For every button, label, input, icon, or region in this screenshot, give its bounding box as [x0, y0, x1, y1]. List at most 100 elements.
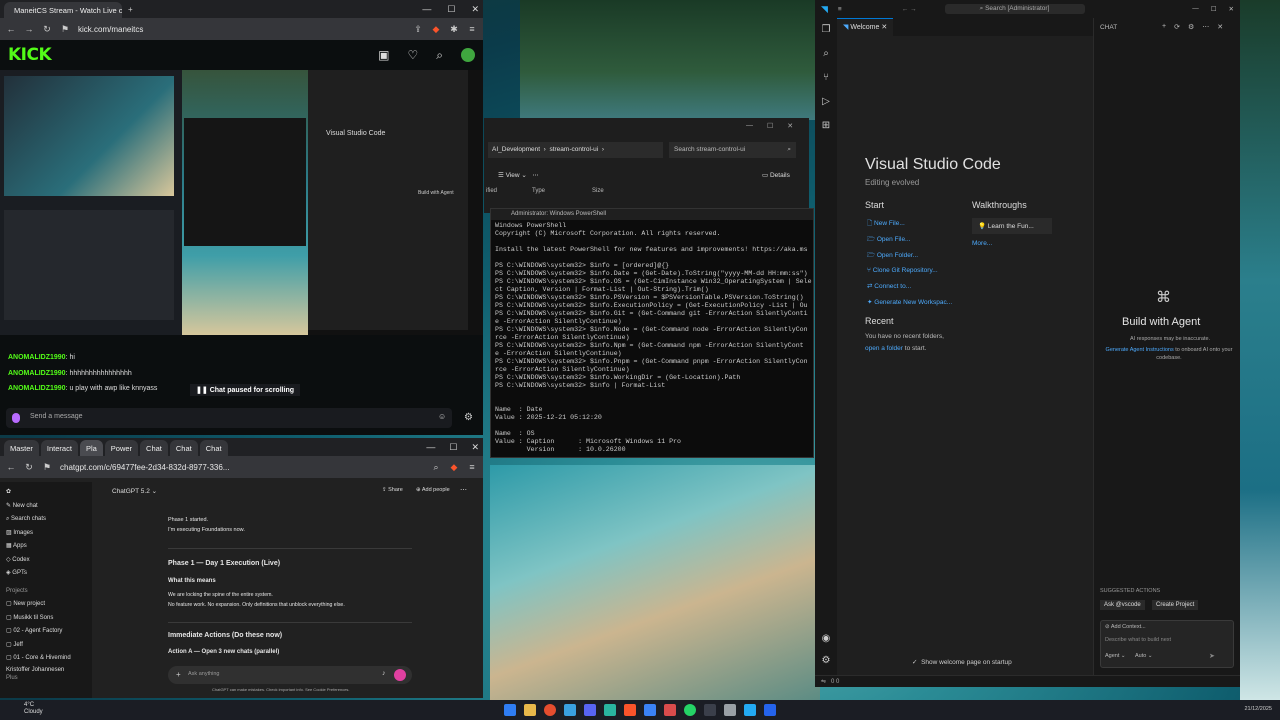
extensions-icon[interactable]: ✱ — [449, 24, 459, 34]
connect-link[interactable]: ⇄ Connect to... — [867, 279, 952, 295]
problems-counter[interactable]: 0 0 — [831, 679, 839, 685]
kick-logo[interactable]: KICK — [8, 45, 52, 65]
explorer-icon[interactable]: ❐ — [815, 18, 837, 42]
more-icon[interactable]: ⋯ — [460, 486, 467, 494]
chrome-icon[interactable] — [544, 704, 556, 716]
prompt-input[interactable]: + Ask anything ♪ — [168, 666, 412, 684]
walkthrough-item[interactable]: 💡 Learn the Fun... — [972, 218, 1052, 234]
share-button[interactable]: ⇪ Share — [382, 487, 403, 493]
bookmark-icon[interactable]: ⚑ — [60, 24, 70, 34]
column-header[interactable]: Type — [532, 188, 545, 194]
back-icon[interactable]: ← — [6, 462, 16, 472]
close-icon[interactable]: ✕ — [471, 442, 479, 453]
maximize-icon[interactable]: ☐ — [767, 122, 773, 130]
bookmark-icon[interactable]: ⚑ — [42, 462, 52, 472]
menu-icon[interactable]: ≡ — [838, 6, 842, 13]
sidebar-item-new-chat[interactable]: ✎ New chat — [6, 500, 86, 514]
search-icon[interactable]: ⌕ — [815, 42, 837, 66]
brave-icon[interactable] — [624, 704, 636, 716]
browser-tab[interactable]: Chat — [199, 440, 228, 456]
brave-shield-icon[interactable]: ◆ — [431, 24, 441, 34]
more-icon[interactable]: ⋯ — [1202, 23, 1209, 31]
zoom-icon[interactable]: ⌕ — [431, 462, 441, 472]
open-folder-link[interactable]: 🗁 Open Folder... — [867, 248, 952, 264]
chat-input[interactable]: ⊘ Add Context... Describe what to build … — [1100, 620, 1234, 668]
breadcrumb[interactable]: AI_Development › stream-control-ui › — [488, 142, 663, 158]
close-icon[interactable]: ✕ — [1229, 5, 1234, 13]
discord-icon[interactable] — [584, 704, 596, 716]
gear-icon[interactable]: ⚙ — [1188, 23, 1194, 31]
menu-icon[interactable]: ≡ — [467, 24, 477, 34]
close-icon[interactable]: ✕ — [471, 4, 479, 15]
project-item[interactable]: ▢ 02 - Agent Factory — [6, 625, 86, 639]
agent-mode-dropdown[interactable]: Agent ⌄ — [1105, 653, 1126, 659]
chatgpt-logo-icon[interactable]: ✿ — [6, 486, 86, 500]
new-chat-icon[interactable]: + — [1162, 23, 1166, 31]
sidebar-item-gpts[interactable]: ◈ GPTs — [6, 567, 86, 581]
more-link[interactable]: More... — [972, 240, 992, 247]
add-context-button[interactable]: ⊘ Add Context... — [1105, 624, 1146, 630]
brave-shield-icon[interactable]: ◆ — [449, 462, 459, 472]
maximize-icon[interactable]: ☐ — [1211, 5, 1217, 13]
powershell-icon[interactable] — [764, 704, 776, 716]
mic-icon[interactable]: ♪ — [382, 670, 386, 677]
account-icon[interactable]: ◉ — [815, 628, 837, 650]
maximize-icon[interactable]: ☐ — [449, 442, 457, 453]
details-button[interactable]: ▭ Details — [762, 171, 790, 179]
browser-tab[interactable]: Master — [4, 440, 39, 456]
column-header[interactable]: Size — [592, 188, 604, 194]
kick-tab[interactable]: ManeitCS Stream - Watch Live c... ✕ — [4, 2, 122, 18]
minimize-icon[interactable]: — — [422, 4, 431, 15]
model-dropdown[interactable]: Auto ⌄ — [1135, 653, 1152, 659]
menu-icon[interactable]: ≡ — [467, 462, 477, 472]
open-file-link[interactable]: 🗁 Open File... — [867, 232, 952, 248]
ask-vscode-button[interactable]: Ask @vscode — [1100, 600, 1145, 610]
source-control-icon[interactable]: ⑂ — [815, 66, 837, 90]
forward-icon[interactable]: → — [24, 24, 34, 34]
avatar[interactable] — [461, 47, 475, 62]
browser-tab[interactable]: Power — [104, 440, 139, 456]
user-name[interactable]: Kristoffer Johannesen — [6, 666, 86, 674]
column-header[interactable]: ified — [486, 188, 497, 194]
file-explorer-icon[interactable] — [524, 704, 536, 716]
stream-video[interactable]: Visual Studio Code Build with Agent — [0, 70, 483, 335]
new-file-link[interactable]: 🗋 New File... — [867, 216, 952, 232]
project-item[interactable]: ▢ New project — [6, 598, 86, 612]
powershell-window[interactable]: Administrator: Windows PowerShell Window… — [490, 208, 814, 458]
command-center-search[interactable]: ⌕ Search [Administrator] — [944, 4, 1085, 14]
plus-icon[interactable]: + — [176, 670, 181, 679]
create-project-button[interactable]: Create Project — [1152, 600, 1199, 610]
chat-settings-icon[interactable]: ⚙ — [464, 412, 473, 423]
vscode-icon[interactable] — [744, 704, 756, 716]
voice-mode-icon[interactable] — [394, 669, 406, 681]
sidebar-item-images[interactable]: ▨ Images — [6, 527, 86, 541]
project-item[interactable]: ▢ 01 - Core & Hivemind — [6, 652, 86, 666]
extensions-icon[interactable]: ⊞ — [815, 114, 837, 138]
close-icon[interactable]: ✕ — [787, 122, 793, 130]
app-icon[interactable] — [644, 704, 656, 716]
clone-repo-link[interactable]: ⑂ Clone Git Repository... — [867, 263, 952, 279]
explorer-search[interactable]: Search stream-control-ui ⌕ — [669, 142, 796, 158]
model-selector[interactable]: ChatGPT 5.2 ⌄ — [112, 487, 157, 495]
minimize-icon[interactable]: — — [746, 122, 753, 130]
minimize-icon[interactable]: — — [1192, 5, 1199, 13]
kick-address-bar[interactable]: kick.com/maneitcs — [78, 25, 405, 34]
close-icon[interactable]: ✕ — [1217, 23, 1223, 31]
project-item[interactable]: ▢ Jeff — [6, 639, 86, 653]
view-button[interactable]: ☰ View ⌄ ⋯ — [498, 171, 539, 179]
clock[interactable]: 21/12/2025 — [1244, 706, 1272, 712]
edge-icon[interactable] — [564, 704, 576, 716]
send-icon[interactable]: ➤ — [1209, 652, 1215, 660]
history-icon[interactable]: ⟳ — [1174, 23, 1180, 31]
app-icon[interactable] — [664, 704, 676, 716]
chat-paused-button[interactable]: ❚❚ Chat paused for scrolling — [190, 384, 301, 396]
add-people-button[interactable]: ⊕ Add people — [416, 487, 450, 493]
sidebar-item-search[interactable]: ⌕ Search chats — [6, 513, 86, 527]
project-item[interactable]: ▢ Musikk til Sons — [6, 612, 86, 626]
nav-arrows-icon[interactable]: ← → — [902, 6, 917, 13]
app-icon[interactable] — [604, 704, 616, 716]
weather-widget[interactable]: 4°C Cloudy — [24, 702, 43, 716]
maximize-icon[interactable]: ☐ — [447, 4, 455, 15]
steam-icon[interactable] — [704, 704, 716, 716]
chat-input[interactable]: Send a message ☺ — [6, 408, 452, 428]
